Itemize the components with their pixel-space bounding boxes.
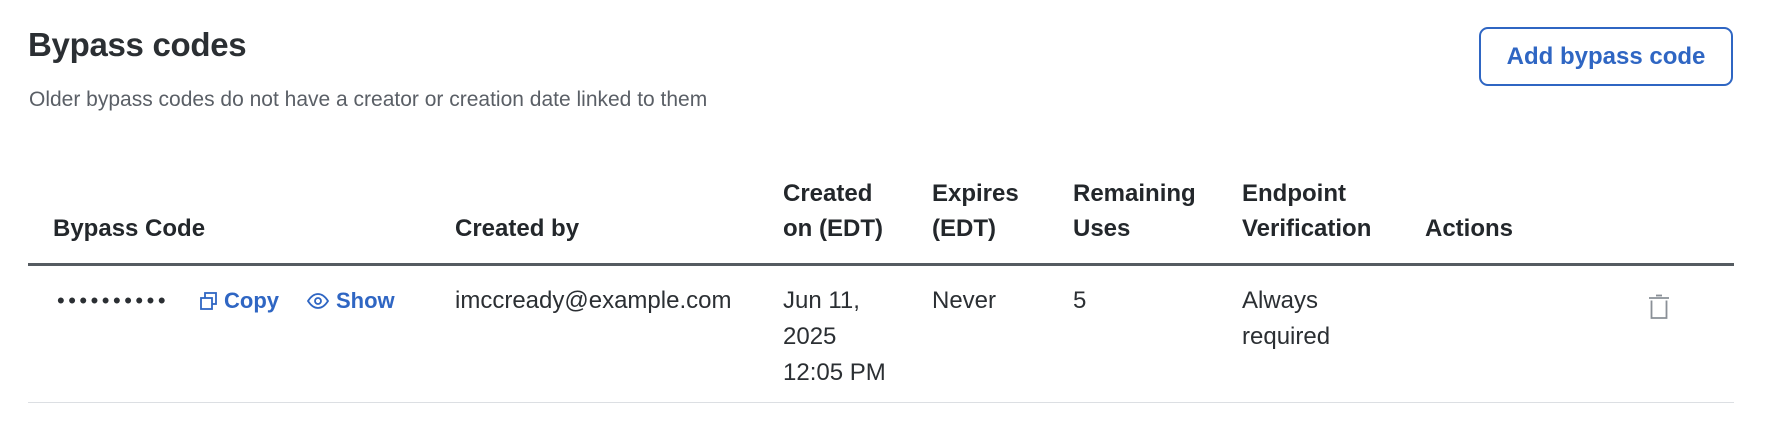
column-header-endpoint-verification: Endpoint Verification	[1242, 180, 1372, 242]
show-button[interactable]: Show	[307, 283, 395, 319]
remaining-uses-value: 5	[1073, 287, 1087, 314]
table-header: Bypass Code Created by Created on (EDT) …	[28, 170, 1734, 266]
masked-bypass-code: ••••••••••	[57, 288, 170, 313]
page-subtitle: Older bypass codes do not have a creator…	[29, 88, 708, 111]
expires-value: Never	[932, 287, 997, 314]
column-header-expires: Expires (EDT)	[932, 180, 1019, 242]
bypass-codes-table: Bypass Code Created by Created on (EDT) …	[28, 170, 1734, 403]
column-header-created-by: Created by	[455, 215, 580, 242]
created-on-date: Jun 11, 2025 12:05 PM	[783, 287, 886, 386]
endpoint-verification-value: Always required	[1242, 287, 1331, 350]
copy-label: Copy	[224, 288, 279, 313]
column-header-actions: Actions	[1425, 215, 1514, 242]
column-header-remaining-uses: Remaining Uses	[1073, 180, 1196, 242]
trash-icon	[1649, 294, 1669, 319]
show-label: Show	[336, 288, 395, 313]
add-bypass-code-button[interactable]: Add bypass code	[1479, 27, 1733, 86]
delete-bypass-code-button[interactable]	[1648, 294, 1670, 325]
created-by-email: imccready@example.com	[455, 287, 732, 314]
column-header-bypass-code: Bypass Code	[53, 215, 206, 242]
column-header-created-on: Created on (EDT)	[783, 180, 883, 242]
copy-button[interactable]: Copy	[200, 283, 279, 319]
copy-icon	[200, 291, 217, 310]
eye-icon	[307, 293, 329, 309]
table-row: •••••••••• Copy Show imccready@example.c…	[28, 266, 1734, 403]
page-title: Bypass codes	[28, 26, 247, 63]
